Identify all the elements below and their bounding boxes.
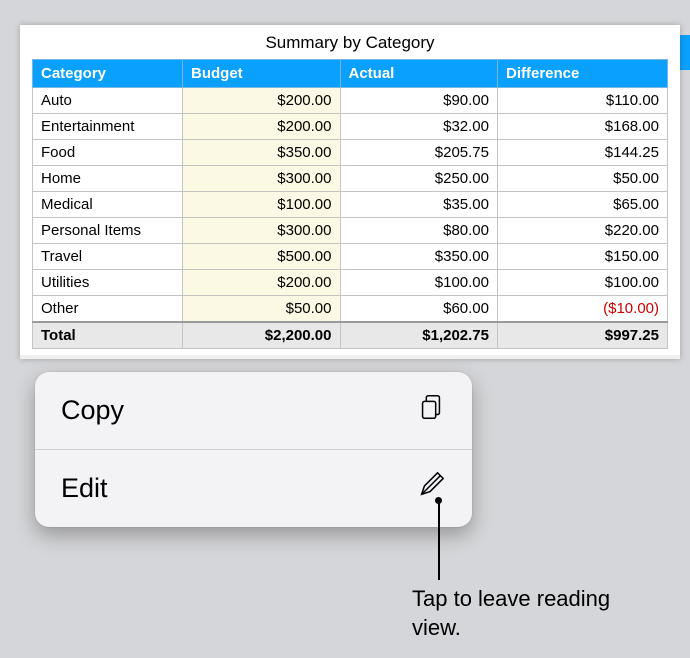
cell-diff: $144.25 xyxy=(498,140,668,166)
cell-category: Travel xyxy=(33,244,183,270)
callout-leader-vertical xyxy=(438,500,440,580)
cell-actual: $32.00 xyxy=(340,114,498,140)
menu-edit[interactable]: Edit xyxy=(35,450,472,527)
table-row: Home$300.00$250.00$50.00 xyxy=(33,166,668,192)
cell-category: Medical xyxy=(33,192,183,218)
cell-actual: $35.00 xyxy=(340,192,498,218)
cell-actual: $350.00 xyxy=(340,244,498,270)
summary-sheet: Summary by Category Category Budget Actu… xyxy=(20,25,680,359)
cell-category: Home xyxy=(33,166,183,192)
menu-edit-label: Edit xyxy=(61,473,108,504)
cell-category: Auto xyxy=(33,88,183,114)
table-row: Utilities$200.00$100.00$100.00 xyxy=(33,270,668,296)
cell-total-actual: $1,202.75 xyxy=(340,322,498,349)
callout-leader-dot xyxy=(435,497,442,504)
cell-budget: $300.00 xyxy=(183,218,341,244)
cell-budget: $50.00 xyxy=(183,296,341,323)
col-budget: Budget xyxy=(183,60,341,88)
cell-budget: $100.00 xyxy=(183,192,341,218)
table-row: Personal Items$300.00$80.00$220.00 xyxy=(33,218,668,244)
cell-diff: $220.00 xyxy=(498,218,668,244)
cell-total-label: Total xyxy=(33,322,183,349)
cell-category: Utilities xyxy=(33,270,183,296)
sheet-bottom-edge xyxy=(20,355,680,359)
menu-copy-label: Copy xyxy=(61,395,124,426)
summary-table: Category Budget Actual Difference Auto$2… xyxy=(32,59,668,349)
cell-actual: $60.00 xyxy=(340,296,498,323)
cell-budget: $500.00 xyxy=(183,244,341,270)
copy-icon xyxy=(416,392,446,429)
cell-budget: $300.00 xyxy=(183,166,341,192)
cell-budget: $200.00 xyxy=(183,114,341,140)
cell-budget: $350.00 xyxy=(183,140,341,166)
cell-diff: $110.00 xyxy=(498,88,668,114)
cell-actual: $205.75 xyxy=(340,140,498,166)
cell-diff: $168.00 xyxy=(498,114,668,140)
cell-budget: $200.00 xyxy=(183,270,341,296)
col-actual: Actual xyxy=(340,60,498,88)
table-row: Entertainment$200.00$32.00$168.00 xyxy=(33,114,668,140)
table-row: Food$350.00$205.75$144.25 xyxy=(33,140,668,166)
cell-actual: $80.00 xyxy=(340,218,498,244)
cell-diff: $100.00 xyxy=(498,270,668,296)
table-row: Medical$100.00$35.00$65.00 xyxy=(33,192,668,218)
cell-category: Entertainment xyxy=(33,114,183,140)
context-menu: Copy Edit xyxy=(35,372,472,527)
cell-actual: $90.00 xyxy=(340,88,498,114)
cell-category: Other xyxy=(33,296,183,323)
menu-copy[interactable]: Copy xyxy=(35,372,472,449)
cell-diff: $150.00 xyxy=(498,244,668,270)
cell-category: Personal Items xyxy=(33,218,183,244)
table-row: Travel$500.00$350.00$150.00 xyxy=(33,244,668,270)
cell-actual: $250.00 xyxy=(340,166,498,192)
cell-category: Food xyxy=(33,140,183,166)
cell-diff: $65.00 xyxy=(498,192,668,218)
cell-total-budget: $2,200.00 xyxy=(183,322,341,349)
callout-text: Tap to leave reading view. xyxy=(412,585,652,642)
cell-budget: $200.00 xyxy=(183,88,341,114)
sheet-title: Summary by Category xyxy=(20,25,680,59)
table-header-row: Category Budget Actual Difference xyxy=(33,60,668,88)
cell-actual: $100.00 xyxy=(340,270,498,296)
col-diff: Difference xyxy=(498,60,668,88)
table-total-row: Total$2,200.00$1,202.75$997.25 xyxy=(33,322,668,349)
col-category: Category xyxy=(33,60,183,88)
table-row: Auto$200.00$90.00$110.00 xyxy=(33,88,668,114)
cell-diff: $50.00 xyxy=(498,166,668,192)
cell-total-diff: $997.25 xyxy=(498,322,668,349)
cell-diff: ($10.00) xyxy=(498,296,668,323)
table-row: Other$50.00$60.00($10.00) xyxy=(33,296,668,323)
